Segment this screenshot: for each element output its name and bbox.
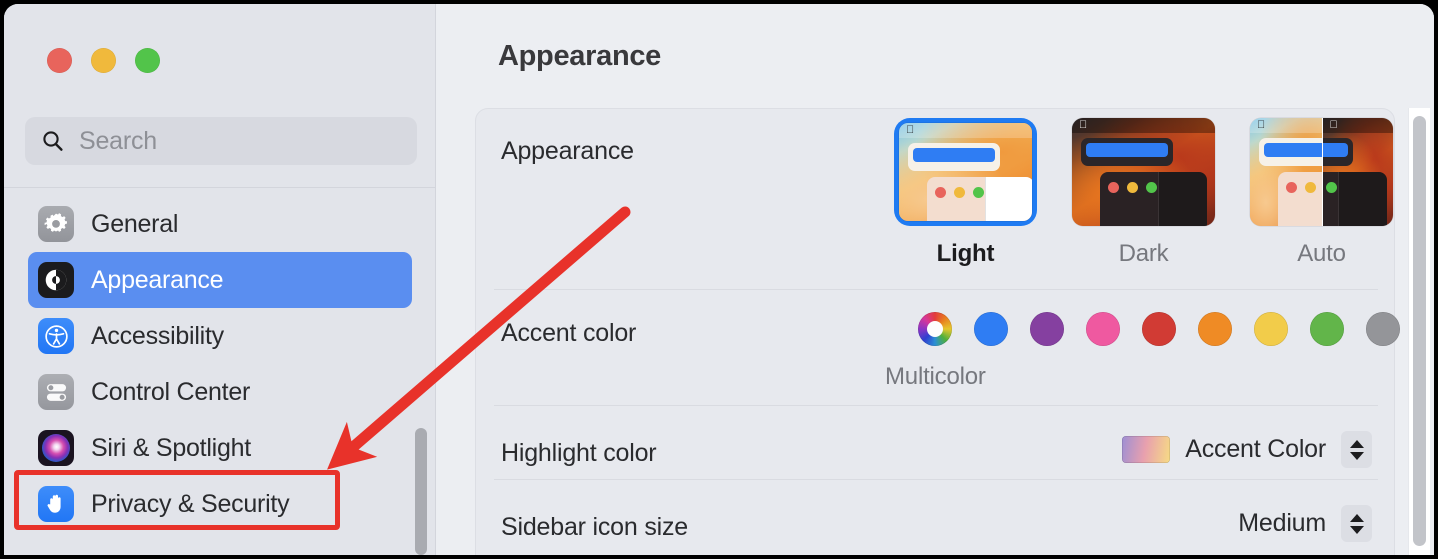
theme-option-label: Auto	[1297, 240, 1346, 267]
accent-swatch-green[interactable]	[1310, 312, 1344, 346]
screenshot-root: Search General Appearance Accessibility …	[0, 0, 1438, 559]
accessibility-icon	[38, 318, 74, 354]
sidebar-icon-size-row-label: Sidebar icon size	[501, 513, 688, 541]
sidebar-item-appearance[interactable]: Appearance	[28, 252, 412, 308]
theme-preview-auto:  	[1250, 118, 1393, 226]
control-center-icon	[38, 374, 74, 410]
sidebar-item-label: Accessibility	[91, 321, 224, 350]
accent-swatch-orange[interactable]	[1198, 312, 1232, 346]
sidebar-item-accessibility[interactable]: Accessibility	[28, 308, 412, 364]
search-placeholder: Search	[79, 126, 158, 155]
traffic-light-buttons	[47, 48, 160, 73]
appearance-icon	[38, 262, 74, 298]
sidebar-icon-size-popup[interactable]: Medium	[1238, 505, 1372, 542]
theme-option-label: Dark	[1118, 240, 1169, 267]
page-title: Appearance	[498, 40, 662, 72]
accent-swatch-red[interactable]	[1142, 312, 1176, 346]
sidebar-item-label: Siri & Spotlight	[91, 433, 251, 462]
accent-swatch-graphite[interactable]	[1366, 312, 1400, 346]
accent-color-row-label: Accent color	[501, 319, 637, 347]
sidebar-scrollbar[interactable]	[415, 428, 427, 555]
appearance-theme-options:  Light	[894, 118, 1393, 268]
sidebar-item-label: General	[91, 209, 179, 238]
theme-option-dark[interactable]:  Dark	[1072, 118, 1215, 268]
gear-icon	[38, 206, 74, 242]
annotation-highlight-box	[14, 470, 340, 530]
search-icon	[41, 129, 65, 153]
search-field[interactable]: Search	[25, 117, 417, 165]
row-divider	[494, 405, 1378, 406]
sidebar-icon-size-value: Medium	[1238, 509, 1326, 537]
close-button[interactable]	[47, 48, 72, 73]
sidebar-item-label: Control Center	[91, 377, 251, 406]
chevron-updown-icon[interactable]	[1341, 431, 1372, 468]
accent-swatch-purple[interactable]	[1030, 312, 1064, 346]
sidebar-item-label: Appearance	[91, 265, 224, 294]
sidebar-item-general[interactable]: General	[28, 196, 412, 252]
row-divider	[494, 289, 1378, 290]
accent-color-caption: Multicolor	[885, 363, 986, 390]
accent-swatch-yellow[interactable]	[1254, 312, 1288, 346]
row-divider	[494, 479, 1378, 480]
main-scrollbar[interactable]	[1413, 116, 1426, 546]
settings-card: Appearance 	[475, 108, 1400, 555]
theme-preview-light: 	[899, 123, 1032, 221]
accent-swatch-blue[interactable]	[974, 312, 1008, 346]
minimize-button[interactable]	[91, 48, 116, 73]
accent-swatch-pink[interactable]	[1086, 312, 1120, 346]
sidebar-divider	[4, 187, 436, 188]
sidebar-item-siri-spotlight[interactable]: Siri & Spotlight	[28, 420, 412, 476]
siri-icon	[38, 430, 74, 466]
zoom-button[interactable]	[135, 48, 160, 73]
theme-option-auto[interactable]:  	[1250, 118, 1393, 268]
accent-swatch-multicolor[interactable]	[918, 312, 952, 346]
chevron-updown-icon[interactable]	[1341, 505, 1372, 542]
highlight-color-value: Accent Color	[1185, 435, 1326, 463]
highlight-color-popup[interactable]: Accent Color	[1122, 431, 1372, 468]
appearance-row-label: Appearance	[501, 137, 634, 165]
accent-color-swatches	[918, 312, 1400, 346]
theme-option-light[interactable]:  Light	[894, 118, 1037, 268]
highlight-color-swatch	[1122, 436, 1171, 463]
highlight-color-row-label: Highlight color	[501, 439, 657, 467]
theme-preview-dark: 	[1072, 118, 1215, 226]
main-content: Appearance Appearance 	[436, 4, 1434, 555]
theme-option-label: Light	[936, 240, 995, 267]
sidebar-item-control-center[interactable]: Control Center	[28, 364, 412, 420]
